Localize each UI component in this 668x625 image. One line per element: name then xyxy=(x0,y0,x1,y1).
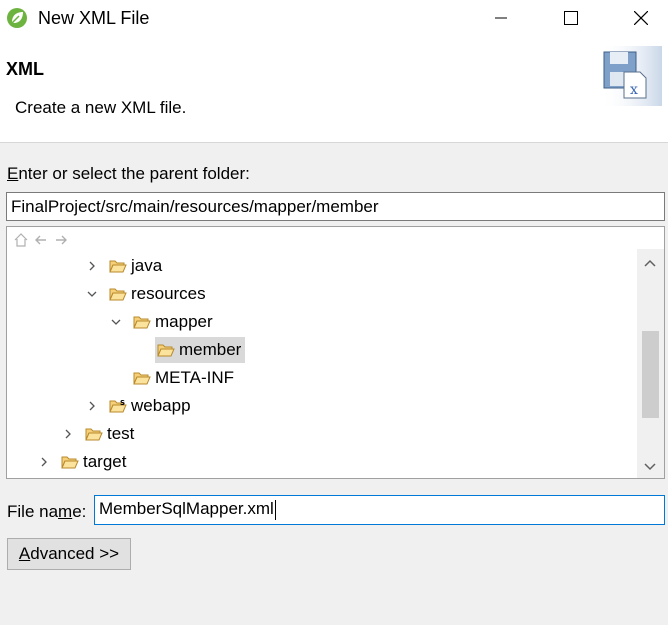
advanced-button-label: dvanced >> xyxy=(30,544,120,563)
tree-item-label: META-INF xyxy=(155,368,235,387)
wizard-description: Create a new XML file. xyxy=(15,98,187,117)
folder-open-icon xyxy=(109,287,127,301)
chevron-right-icon[interactable] xyxy=(37,455,51,469)
wizard-header: XML Create a new XML file. x xyxy=(0,38,668,143)
xml-file-banner-icon: x xyxy=(600,46,662,106)
chevron-right-icon[interactable] xyxy=(61,427,75,441)
folder-tree[interactable]: java resources mapper member META-INF S … xyxy=(6,226,665,479)
tree-item-mapper[interactable]: mapper xyxy=(109,309,213,335)
tree-item-label: resources xyxy=(131,284,206,303)
tree-item-label: test xyxy=(107,424,135,443)
mnemonic-m: m xyxy=(58,502,73,521)
mnemonic-e: E xyxy=(7,164,19,183)
back-icon[interactable] xyxy=(33,232,49,248)
chevron-down-icon[interactable] xyxy=(85,287,99,301)
maximize-button[interactable] xyxy=(548,0,594,36)
folder-open-icon xyxy=(133,315,151,329)
tree-item-target[interactable]: target xyxy=(37,449,126,475)
minimize-button[interactable] xyxy=(478,0,524,36)
parent-folder-input[interactable] xyxy=(6,192,665,221)
close-icon xyxy=(634,11,648,25)
tree-item-java[interactable]: java xyxy=(85,253,162,279)
file-name-input[interactable]: MemberSqlMapper.xml xyxy=(94,495,665,525)
forward-icon[interactable] xyxy=(53,232,69,248)
folder-open-icon xyxy=(61,455,79,469)
parent-folder-label-text: nter or select the parent folder: xyxy=(18,164,250,183)
folder-open-icon xyxy=(157,343,175,357)
spring-folder-icon: S xyxy=(109,399,127,413)
advanced-button[interactable]: Advanced >> xyxy=(7,538,131,570)
tree-item-resources[interactable]: resources xyxy=(85,281,206,307)
chevron-right-icon[interactable] xyxy=(85,399,99,413)
folder-open-icon xyxy=(109,259,127,273)
chevron-right-icon[interactable] xyxy=(85,259,99,273)
tree-item-test[interactable]: test xyxy=(61,421,134,447)
folder-open-icon xyxy=(85,427,103,441)
text-caret xyxy=(274,499,276,520)
wizard-title: XML xyxy=(6,59,44,79)
tree-item-webapp[interactable]: S webapp xyxy=(85,393,191,419)
tree-scrollbar[interactable] xyxy=(637,249,664,478)
scrollbar-thumb[interactable] xyxy=(642,331,659,418)
folder-open-icon xyxy=(133,371,151,385)
svg-text:x: x xyxy=(630,82,638,98)
parent-folder-label: Enter or select the parent folder: xyxy=(7,164,250,184)
title-bar: New XML File xyxy=(0,0,668,38)
scroll-up-icon[interactable] xyxy=(643,253,657,273)
tree-item-label: mapper xyxy=(155,312,213,331)
tree-item-meta-inf[interactable]: META-INF xyxy=(133,365,234,391)
spring-leaf-icon xyxy=(6,7,28,29)
home-icon[interactable] xyxy=(13,232,29,248)
tree-item-label: member xyxy=(179,340,242,359)
tree-item-label: target xyxy=(83,452,127,471)
tree-item-label: java xyxy=(131,256,163,275)
tree-toolbar xyxy=(13,231,69,249)
file-name-value: MemberSqlMapper.xml xyxy=(99,499,274,518)
tree-item-label: webapp xyxy=(131,396,191,415)
tree-item-member[interactable]: member xyxy=(155,337,246,363)
file-name-label: File name: xyxy=(7,502,87,521)
window-title: New XML File xyxy=(38,8,150,28)
scroll-down-icon[interactable] xyxy=(643,457,657,477)
webapp-badge: S xyxy=(120,399,125,407)
chevron-down-icon[interactable] xyxy=(109,315,123,329)
close-button[interactable] xyxy=(618,0,664,36)
mnemonic-a: A xyxy=(18,544,31,563)
